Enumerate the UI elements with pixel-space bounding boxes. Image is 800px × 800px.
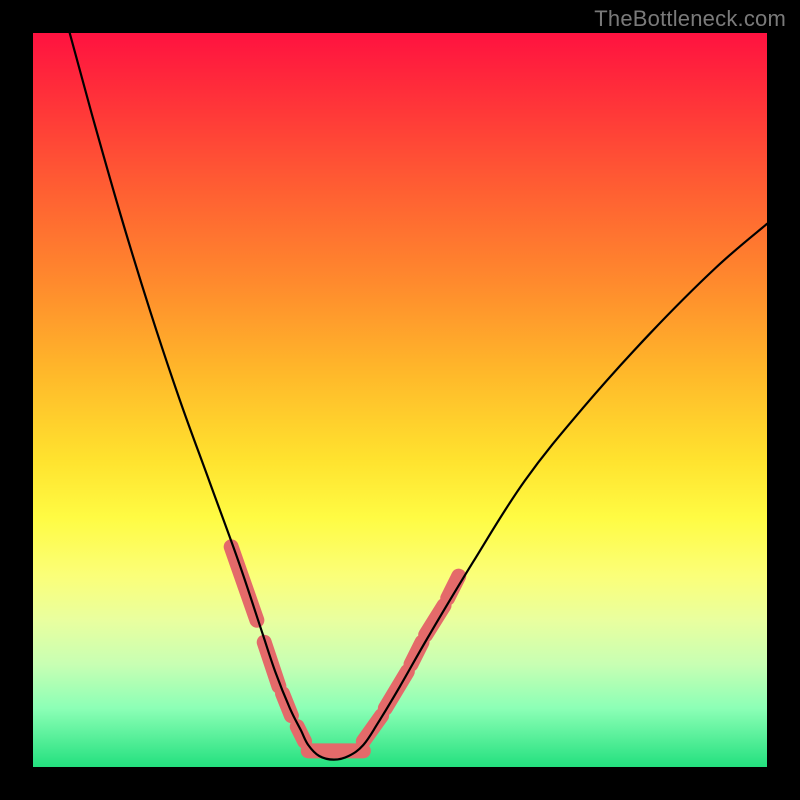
outer-frame: TheBottleneck.com xyxy=(0,0,800,800)
curve-layer xyxy=(33,33,767,767)
marker-segments xyxy=(231,547,459,751)
plot-area xyxy=(33,33,767,767)
marker-segment xyxy=(231,547,257,620)
marker-segment xyxy=(411,642,422,664)
marker-segment xyxy=(426,606,444,635)
watermark-text: TheBottleneck.com xyxy=(594,6,786,32)
